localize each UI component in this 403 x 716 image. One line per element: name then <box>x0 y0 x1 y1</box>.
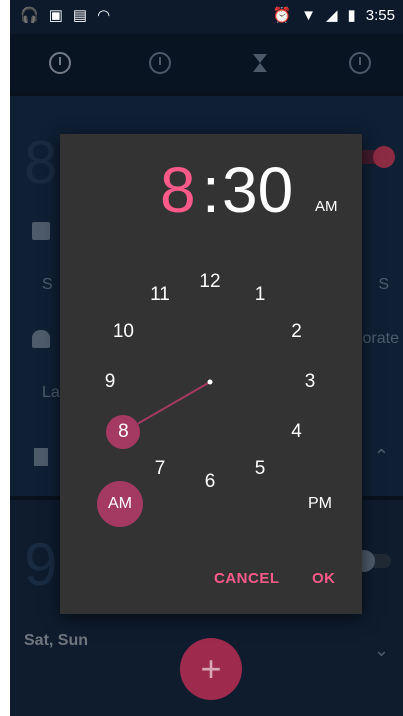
clock-dial[interactable]: 12 1 2 3 4 5 6 7 8 9 10 11 AM PM <box>60 244 362 527</box>
status-bar: 🎧 ▣ ▤ ◠ ⏰ ▼ ◢ ▮ 3:55 <box>10 0 403 34</box>
hour-2[interactable]: 2 <box>280 315 314 349</box>
time-header: 8 : 30 AM <box>60 154 362 226</box>
image-icon: ▣ <box>48 7 63 24</box>
screen: 🎧 ▣ ▤ ◠ ⏰ ▼ ◢ ▮ 3:55 8:30 S <box>10 0 403 716</box>
am-button[interactable]: AM <box>97 481 143 527</box>
status-time: 3:55 <box>365 7 395 24</box>
hour-5[interactable]: 5 <box>243 452 277 486</box>
headset-icon: ◠ <box>97 7 111 24</box>
wifi-icon: ▼ <box>301 7 316 24</box>
headphones-icon: 🎧 <box>20 7 39 24</box>
hour-9[interactable]: 9 <box>93 365 127 399</box>
hour-3[interactable]: 3 <box>293 365 327 399</box>
add-alarm-button[interactable]: + <box>180 638 242 700</box>
news-icon: ▤ <box>72 7 88 24</box>
plus-icon: + <box>200 648 222 689</box>
header-colon: : <box>202 154 220 226</box>
hour-6[interactable]: 6 <box>193 465 227 499</box>
signal-icon: ◢ <box>325 7 338 24</box>
status-right-icons: ⏰ ▼ ◢ ▮ 3:55 <box>272 8 395 24</box>
hour-7[interactable]: 7 <box>143 452 177 486</box>
time-picker-dialog: 8 : 30 AM 12 1 2 3 4 5 6 7 8 9 10 11 AM PM CANCEL O… <box>60 134 362 614</box>
pm-button[interactable]: PM <box>297 481 343 527</box>
battery-icon: ▮ <box>347 7 356 24</box>
header-minute[interactable]: 30 <box>222 154 293 226</box>
hour-4[interactable]: 4 <box>280 415 314 449</box>
header-ampm[interactable]: AM <box>315 198 338 215</box>
cancel-button[interactable]: CANCEL <box>214 570 280 587</box>
header-hour[interactable]: 8 <box>160 154 196 226</box>
status-left-icons: 🎧 ▣ ▤ ◠ <box>20 8 110 24</box>
alarm-icon: ⏰ <box>272 7 292 24</box>
ok-button[interactable]: OK <box>312 570 336 587</box>
hour-12[interactable]: 12 <box>193 265 227 299</box>
